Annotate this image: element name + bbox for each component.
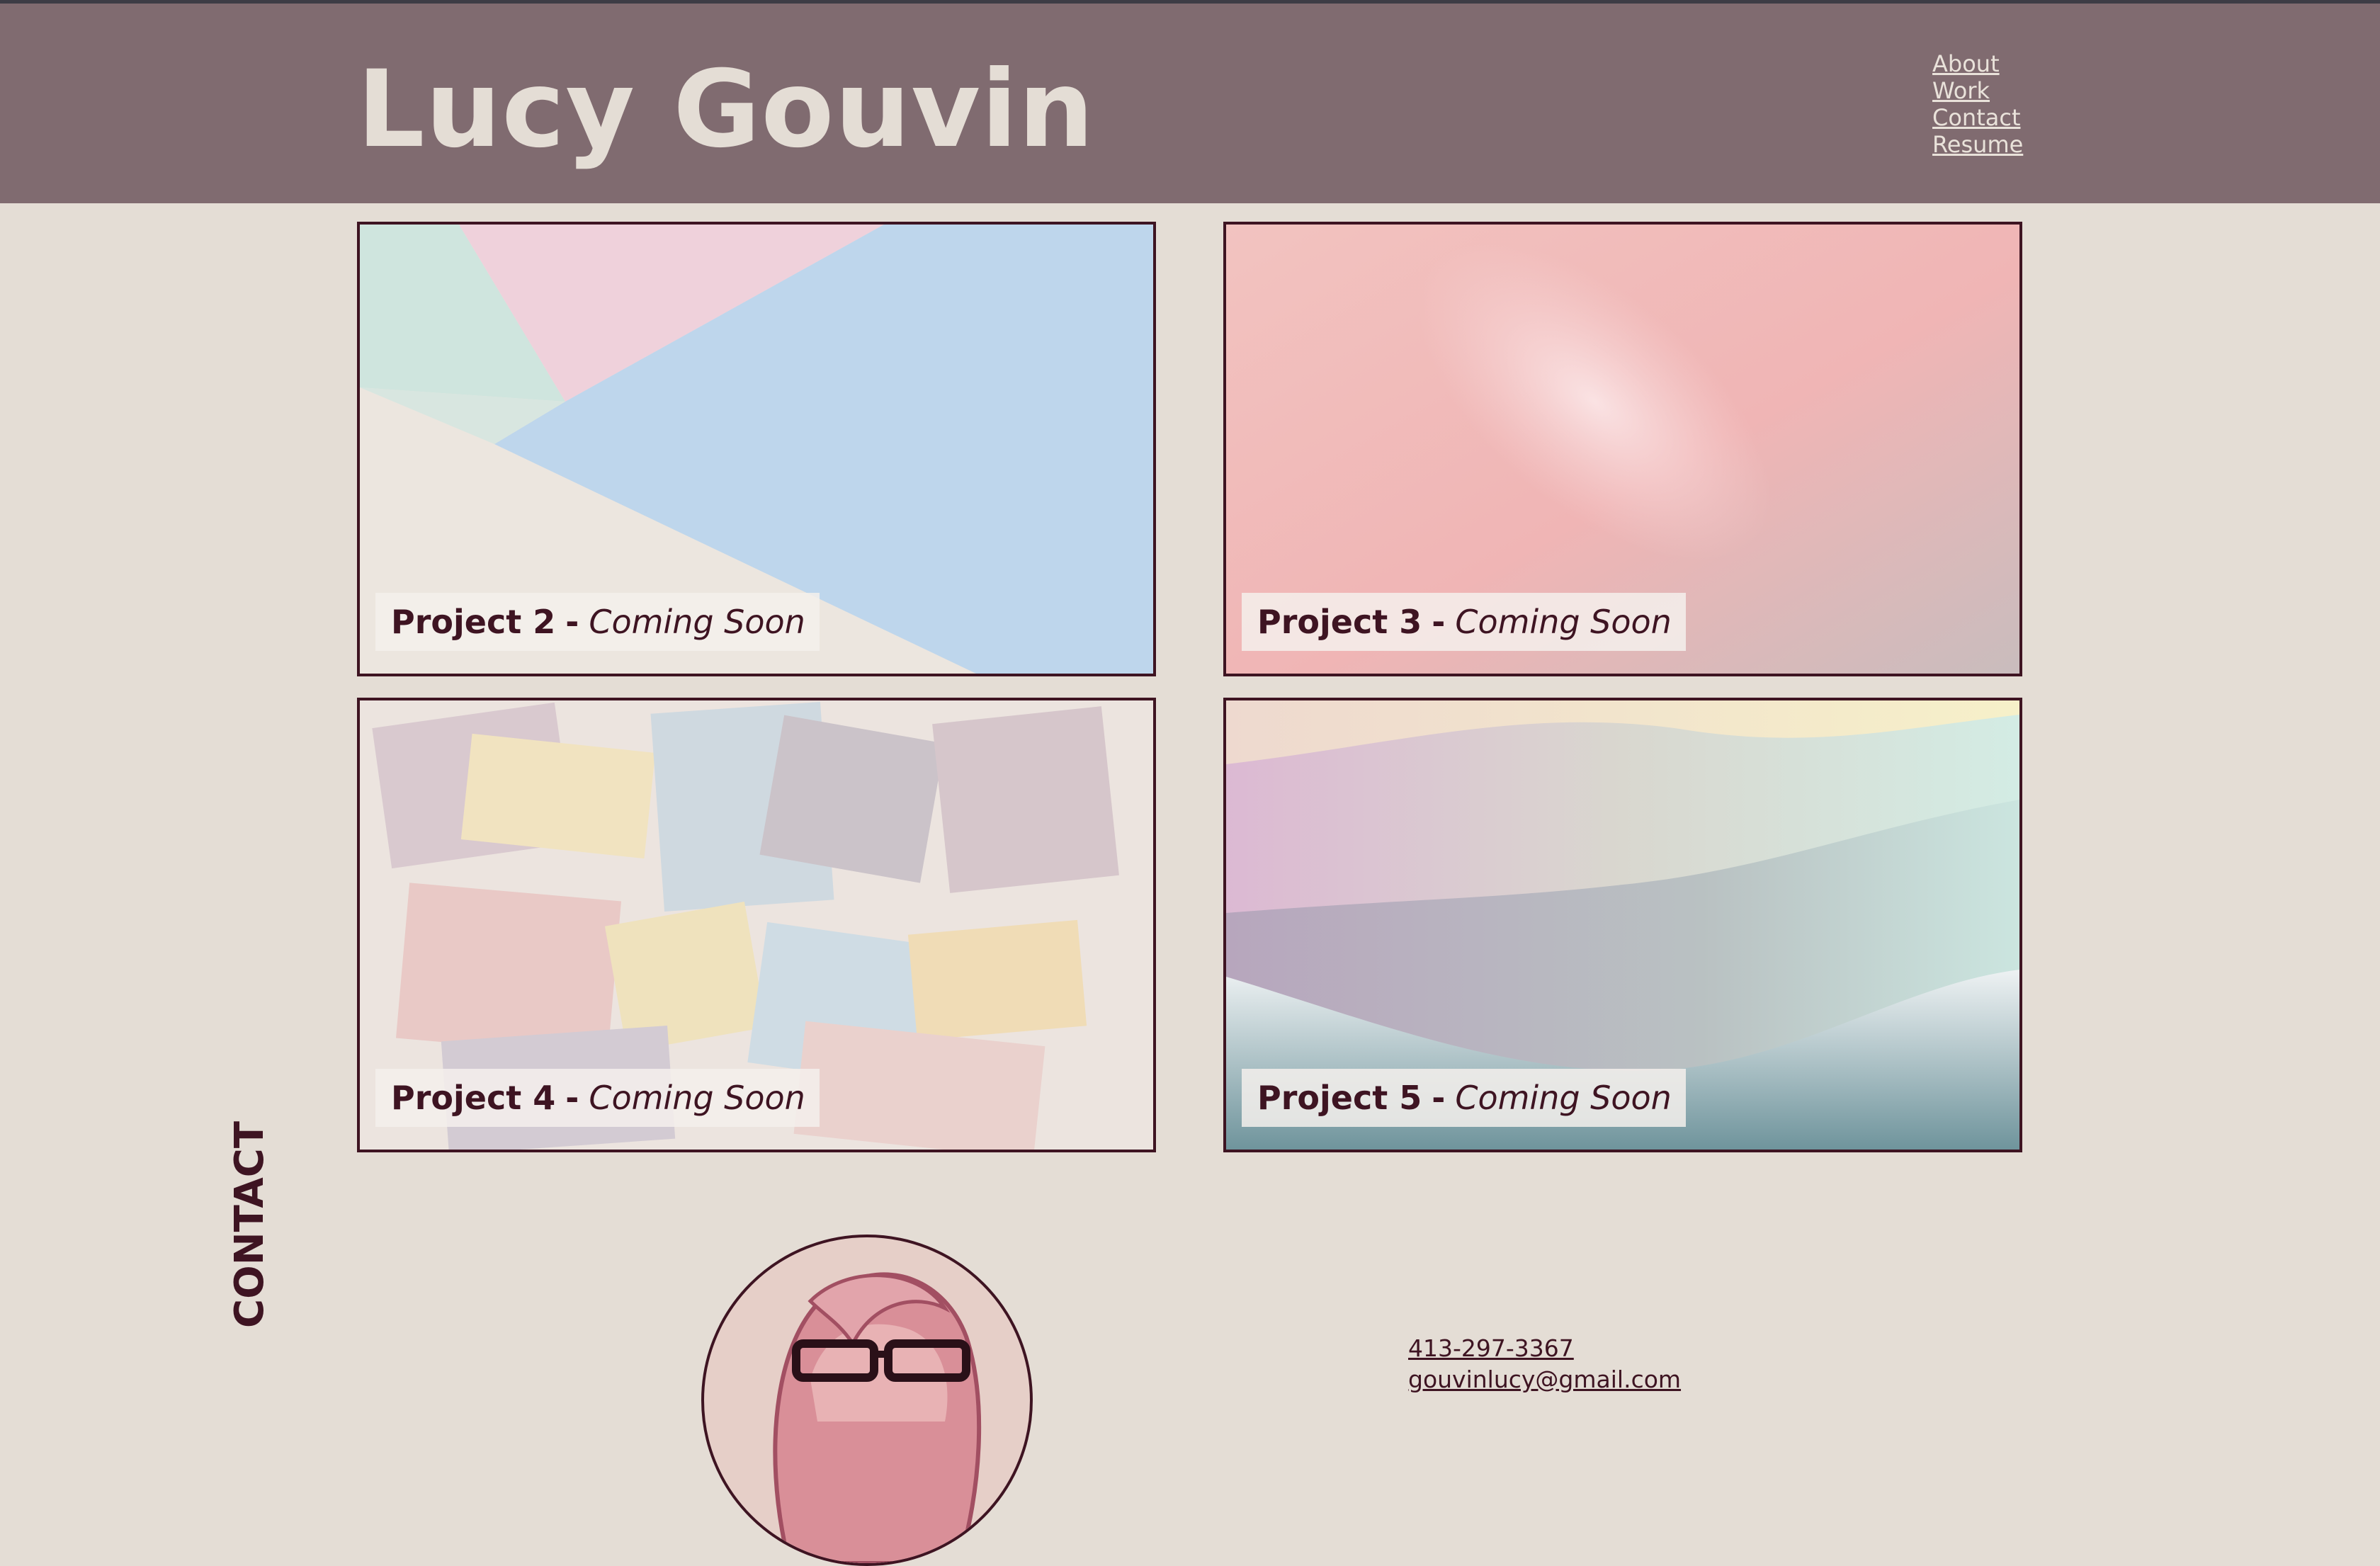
project-name: Project 4 — [391, 1079, 556, 1117]
caption-separator: - — [1432, 603, 1446, 641]
project-3-caption: Project 3 - Coming Soon — [1242, 593, 1686, 651]
nav-link-contact[interactable]: Contact — [1932, 104, 2023, 131]
contact-details: 413-297-3367 gouvinlucy@gmail.com — [1408, 1333, 1681, 1395]
caption-separator: - — [565, 1079, 579, 1117]
avatar-illustration — [773, 1272, 982, 1563]
project-status: Coming Soon — [589, 603, 805, 641]
project-card-3[interactable]: Project 3 - Coming Soon — [1223, 222, 2022, 676]
project-name: Project 3 — [1257, 603, 1422, 641]
project-card-5[interactable]: Project 5 - Coming Soon — [1223, 698, 2022, 1152]
project-4-caption: Project 4 - Coming Soon — [375, 1069, 820, 1127]
project-card-2[interactable]: Project 2 - Coming Soon — [357, 222, 1156, 676]
contact-heading: CONTACT — [227, 1120, 273, 1328]
project-status: Coming Soon — [1455, 603, 1672, 641]
project-card-4[interactable]: Project 4 - Coming Soon — [357, 698, 1156, 1152]
nav-link-resume[interactable]: Resume — [1932, 131, 2023, 158]
email-link[interactable]: gouvinlucy@gmail.com — [1408, 1364, 1681, 1395]
project-status: Coming Soon — [1455, 1079, 1672, 1117]
project-name: Project 5 — [1257, 1079, 1422, 1117]
project-2-caption: Project 2 - Coming Soon — [375, 593, 820, 651]
project-status: Coming Soon — [589, 1079, 805, 1117]
site-header: Lucy Gouvin About Work Contact Resume — [0, 4, 2380, 203]
site-title: Lucy Gouvin — [357, 48, 1095, 171]
main-nav: About Work Contact Resume — [1932, 50, 2023, 158]
nav-link-work[interactable]: Work — [1932, 77, 2023, 104]
avatar — [701, 1235, 1033, 1566]
caption-separator: - — [1432, 1079, 1446, 1117]
caption-separator: - — [565, 603, 579, 641]
phone-link[interactable]: 413-297-3367 — [1408, 1333, 1681, 1364]
project-5-caption: Project 5 - Coming Soon — [1242, 1069, 1686, 1127]
nav-link-about[interactable]: About — [1932, 50, 2023, 77]
project-name: Project 2 — [391, 603, 556, 641]
